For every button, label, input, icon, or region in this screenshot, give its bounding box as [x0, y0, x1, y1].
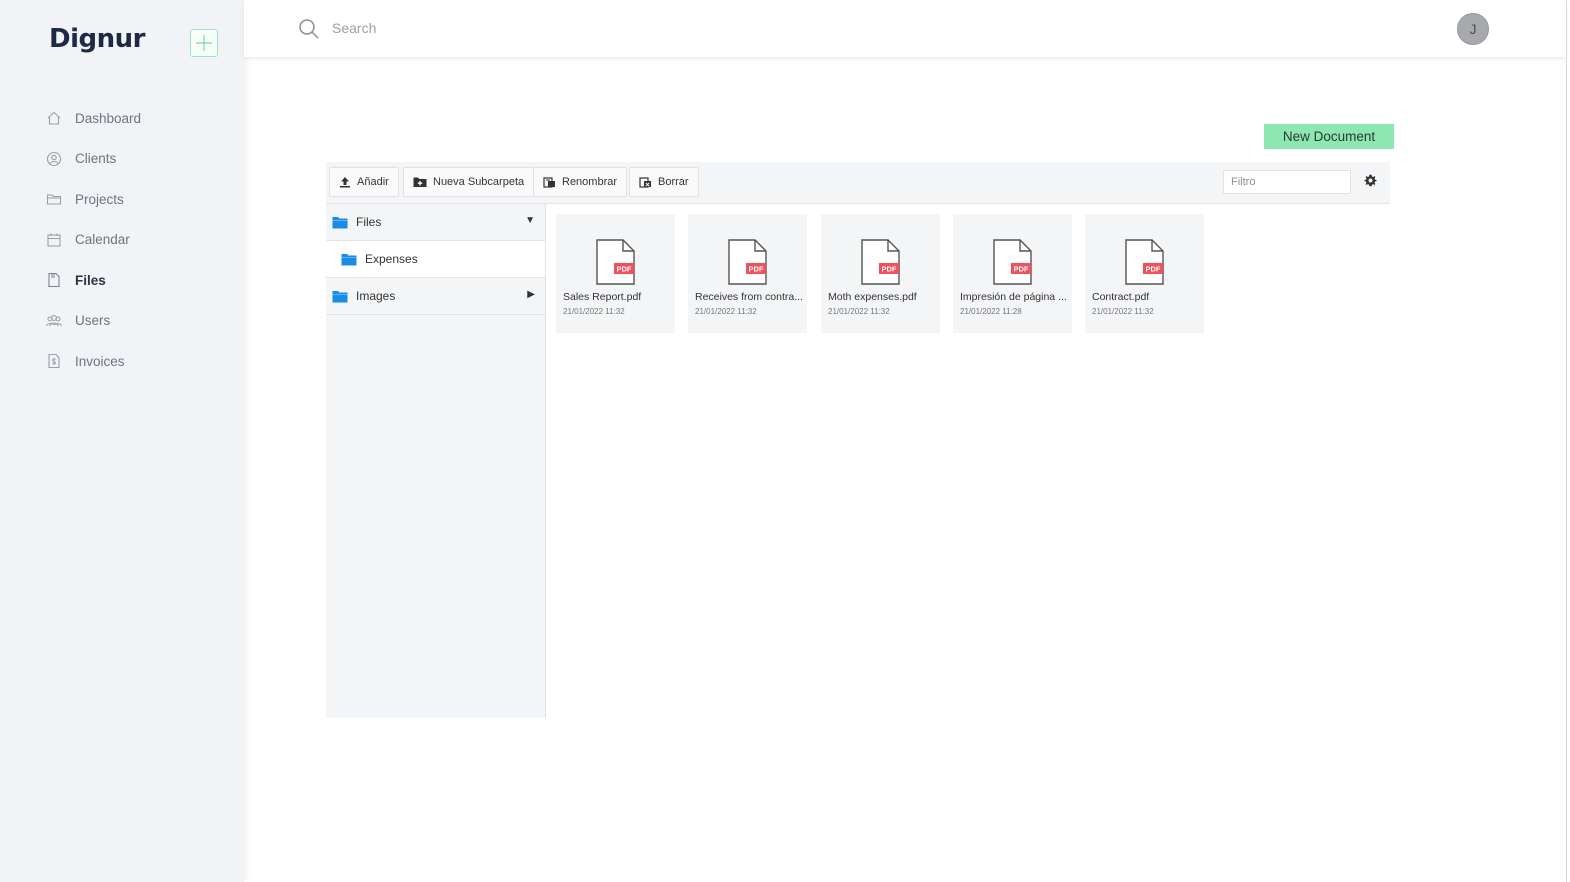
sidebar-item-label: Calendar	[75, 232, 130, 248]
svg-text:PDF: PDF	[882, 265, 897, 274]
sidebar-nav: Dashboard Clients Projects Calendar File…	[0, 98, 244, 382]
sidebar-item-clients[interactable]: Clients	[0, 139, 244, 180]
sidebar-item-users[interactable]: Users	[0, 301, 244, 342]
sidebar-item-label: Dashboard	[75, 110, 142, 126]
rename-icon	[543, 176, 556, 188]
sidebar-item-files[interactable]: Files	[0, 260, 244, 301]
tree-node-label: Expenses	[365, 252, 418, 266]
file-tile[interactable]: PDF Moth expenses.pdf 21/01/2022 11:32	[821, 214, 940, 333]
pdf-file-icon: PDF	[861, 239, 901, 290]
delete-icon	[639, 176, 652, 188]
sidebar: Dignur Dashboard Clients Projects Calend…	[0, 0, 244, 882]
expand-right-icon[interactable]: ▶	[527, 289, 535, 300]
plus-icon	[196, 35, 212, 51]
file-tile[interactable]: PDF Receives from contra... 21/01/2022 1…	[688, 214, 807, 333]
brand-logo[interactable]: Dignur	[49, 24, 145, 54]
add-file-label: Añadir	[357, 176, 389, 188]
svg-text:PDF: PDF	[1146, 265, 1161, 274]
sidebar-item-label: Invoices	[75, 353, 125, 369]
rename-button[interactable]: Renombrar	[533, 167, 628, 197]
top-bar: J	[244, 0, 1566, 57]
tree-node-images[interactable]: Images ▶	[326, 278, 545, 315]
file-toolbar: Añadir Nueva Subcarpeta Renombrar Borrar	[326, 162, 1390, 204]
delete-button[interactable]: Borrar	[629, 167, 699, 197]
file-name: Moth expenses.pdf	[828, 291, 917, 303]
file-name: Sales Report.pdf	[563, 291, 642, 303]
sidebar-item-dashboard[interactable]: Dashboard	[0, 98, 244, 139]
folder-icon	[45, 190, 63, 208]
window-edge	[1566, 0, 1567, 882]
sidebar-item-calendar[interactable]: Calendar	[0, 220, 244, 261]
svg-text:PDF: PDF	[617, 265, 632, 274]
new-folder-icon	[413, 176, 427, 188]
pdf-file-icon: PDF	[728, 239, 768, 290]
file-tile[interactable]: PDF Impresión de página ... 21/01/2022 1…	[953, 214, 1072, 333]
file-date: 21/01/2022 11:32	[828, 307, 890, 316]
tree-node-files[interactable]: Files ▼	[326, 204, 545, 241]
new-document-button[interactable]: New Document	[1264, 124, 1394, 149]
add-file-button[interactable]: Añadir	[329, 167, 399, 197]
file-icon	[45, 271, 63, 289]
gear-icon[interactable]	[1364, 174, 1377, 192]
search-input[interactable]	[332, 14, 732, 42]
add-button[interactable]	[190, 29, 218, 57]
rename-label: Renombrar	[562, 176, 618, 188]
search-icon	[298, 18, 320, 45]
sidebar-item-label: Users	[75, 313, 111, 329]
filter-input[interactable]	[1223, 170, 1351, 194]
new-subfolder-label: Nueva Subcarpeta	[433, 176, 525, 188]
sidebar-item-label: Projects	[75, 191, 124, 207]
tree-node-expenses[interactable]: Expenses	[326, 241, 545, 278]
svg-text:PDF: PDF	[749, 265, 764, 274]
invoice-icon	[45, 352, 63, 370]
tree-node-label: Files	[356, 215, 382, 229]
file-date: 21/01/2022 11:28	[960, 307, 1022, 316]
file-name: Impresión de página ...	[960, 291, 1067, 303]
pdf-file-icon: PDF	[993, 239, 1033, 290]
file-date: 21/01/2022 11:32	[563, 307, 625, 316]
user-circle-icon	[45, 150, 63, 168]
expand-down-icon[interactable]: ▼	[525, 215, 535, 226]
pdf-file-icon: PDF	[596, 239, 636, 290]
new-subfolder-button[interactable]: Nueva Subcarpeta	[403, 167, 535, 197]
upload-icon	[339, 176, 351, 188]
pdf-file-icon: PDF	[1125, 239, 1165, 290]
avatar[interactable]: J	[1457, 13, 1489, 45]
calendar-icon	[45, 231, 63, 249]
svg-text:PDF: PDF	[1014, 265, 1029, 274]
file-manager: Añadir Nueva Subcarpeta Renombrar Borrar…	[326, 162, 1390, 718]
file-tile[interactable]: PDF Sales Report.pdf 21/01/2022 11:32	[556, 214, 675, 333]
file-date: 21/01/2022 11:32	[695, 307, 757, 316]
file-name: Contract.pdf	[1092, 291, 1150, 303]
home-icon	[45, 109, 63, 127]
delete-label: Borrar	[658, 176, 689, 188]
users-icon	[45, 312, 63, 330]
sidebar-item-invoices[interactable]: Invoices	[0, 341, 244, 382]
file-tile[interactable]: PDF Contract.pdf 21/01/2022 11:32	[1085, 214, 1204, 333]
folder-icon	[332, 290, 348, 303]
sidebar-item-label: Files	[75, 272, 106, 288]
file-name: Receives from contra...	[695, 291, 803, 303]
sidebar-item-projects[interactable]: Projects	[0, 179, 244, 220]
folder-icon	[332, 216, 348, 229]
folder-icon	[341, 253, 357, 266]
file-date: 21/01/2022 11:32	[1092, 307, 1154, 316]
folder-tree: Files ▼ Expenses Images ▶	[326, 204, 546, 718]
tree-node-label: Images	[356, 289, 396, 303]
sidebar-item-label: Clients	[75, 151, 117, 167]
